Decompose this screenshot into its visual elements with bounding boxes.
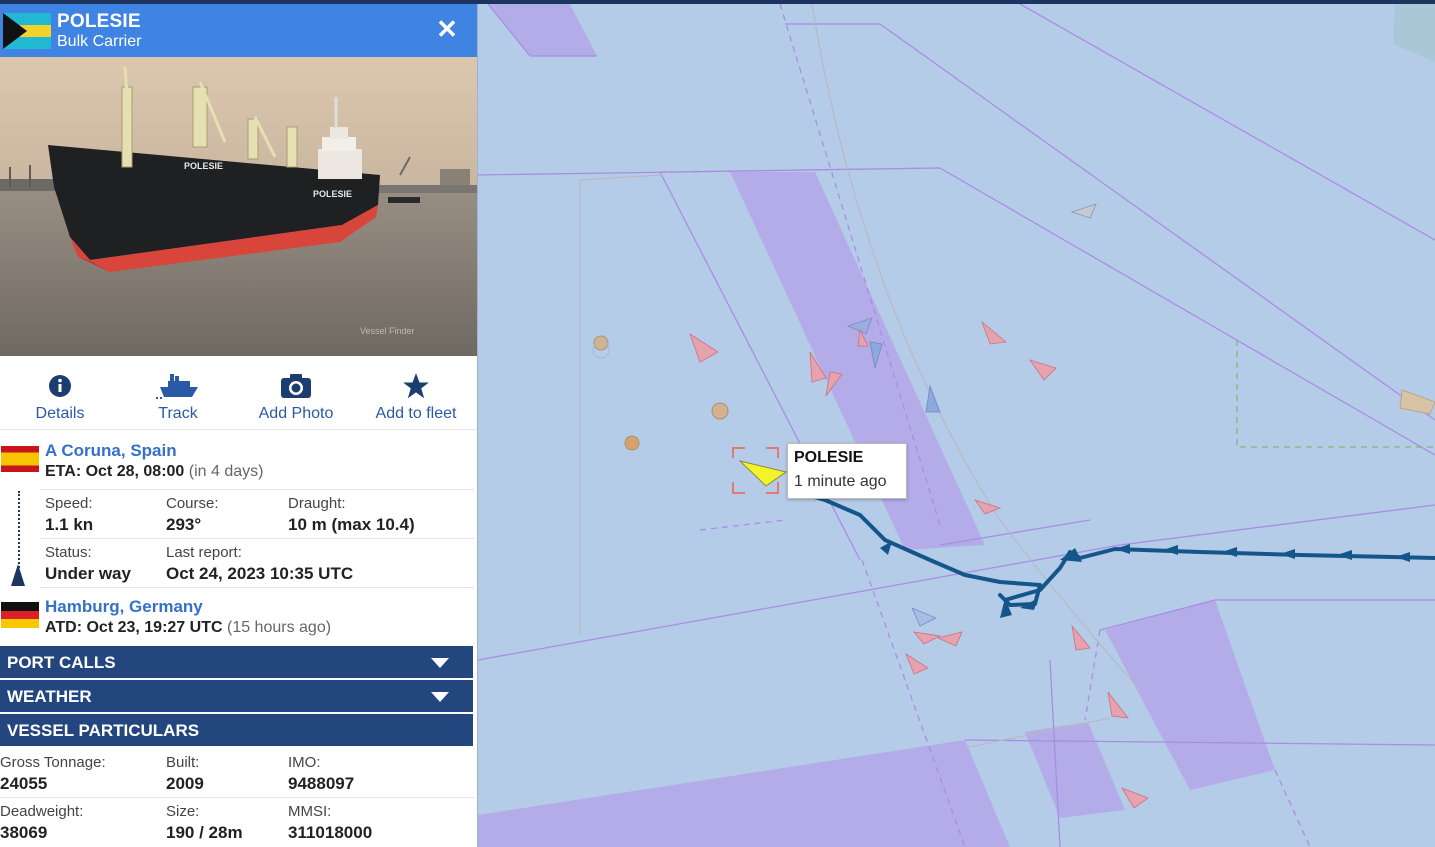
vessel-particulars-title: VESSEL PARTICULARS: [7, 721, 200, 740]
vessel-info-panel: POLESIE Bulk Carrier ✕ POLESIE POLESIE V…: [0, 0, 478, 847]
eta-note: (in 4 days): [188, 463, 264, 480]
last-report-value: Oct 24, 2023 10:35 UTC: [166, 564, 354, 583]
last-report-label: Last report:: [166, 544, 242, 561]
imo-label: IMO:: [288, 754, 321, 771]
chevron-down-icon: [431, 658, 449, 668]
weather-title: WEATHER: [7, 687, 92, 706]
map-canvas[interactable]: [478, 4, 1435, 847]
chevron-down-icon: [431, 692, 449, 702]
speed-label: Speed:: [45, 495, 93, 512]
atd-label: ATD: Oct 23, 19:27 UTC: [45, 619, 223, 636]
ship-icon: [156, 374, 198, 399]
divider: [40, 489, 474, 490]
port-calls-toggle[interactable]: PORT CALLS: [0, 646, 473, 678]
details-label: Details: [35, 405, 85, 422]
spain-flag-icon: [1, 446, 39, 472]
track-label: Track: [158, 405, 198, 422]
tooltip-last-seen: 1 minute ago: [794, 473, 887, 490]
tooltip-vessel-name: POLESIE: [794, 449, 864, 466]
vessel-particulars-header[interactable]: VESSEL PARTICULARS: [0, 714, 473, 746]
atd-note: (15 hours ago): [226, 619, 332, 636]
destination-eta: ETA: Oct 28, 08:00 (in 4 days): [45, 463, 263, 481]
size-value: 190 / 28m: [166, 823, 243, 842]
gross-tonnage-value: 24055: [0, 774, 48, 793]
destination-port[interactable]: A Coruna, Spain: [45, 441, 177, 461]
vessel-tooltip[interactable]: POLESIE 1 minute ago: [787, 443, 907, 499]
size-label: Size:: [166, 803, 200, 820]
eta-label: ETA: Oct 28, 08:00: [45, 463, 185, 480]
deadweight-value: 38069: [0, 823, 48, 842]
add-photo-button[interactable]: Add Photo: [236, 371, 356, 423]
built-label: Built:: [166, 754, 200, 771]
draught-label: Draught:: [288, 495, 346, 512]
top-border: [0, 0, 1435, 4]
course-value: 293°: [166, 515, 202, 534]
details-button[interactable]: Details: [0, 371, 120, 423]
hull-name-side: POLESIE: [313, 189, 352, 199]
action-bar: Details Track Add Photo Add to fleet: [0, 357, 477, 430]
add-photo-label: Add Photo: [258, 405, 334, 422]
add-to-fleet-label: Add to fleet: [375, 405, 457, 422]
departure-atd: ATD: Oct 23, 19:27 UTC (15 hours ago): [45, 619, 331, 637]
close-icon[interactable]: ✕: [432, 14, 462, 44]
mmsi-label: MMSI:: [288, 803, 332, 820]
route-arrow-icon: [11, 564, 25, 586]
star-icon: [403, 373, 429, 399]
course-label: Course:: [166, 495, 219, 512]
mmsi-value: 311018000: [288, 823, 373, 842]
built-value: 2009: [166, 774, 204, 793]
deadweight-label: Deadweight:: [0, 803, 84, 820]
vessel-header: POLESIE Bulk Carrier ✕: [0, 4, 477, 57]
gross-tonnage-label: Gross Tonnage:: [0, 754, 106, 771]
voyage-section: A Coruna, Spain ETA: Oct 28, 08:00 (in 4…: [0, 432, 477, 646]
divider: [0, 797, 474, 798]
track-button[interactable]: Track: [118, 371, 238, 423]
vessel-photo[interactable]: POLESIE POLESIE Vessel Finder: [0, 57, 477, 356]
add-to-fleet-button[interactable]: Add to fleet: [356, 371, 476, 423]
divider: [40, 587, 474, 588]
photo-watermark: Vessel Finder: [360, 326, 415, 336]
info-icon: [49, 375, 71, 397]
vessel-name: POLESIE: [57, 11, 141, 32]
hull-name: POLESIE: [184, 161, 223, 171]
departure-port[interactable]: Hamburg, Germany: [45, 597, 203, 617]
vessel-type: Bulk Carrier: [57, 33, 142, 50]
germany-flag-icon: [1, 602, 39, 628]
camera-icon: [281, 374, 311, 398]
weather-toggle[interactable]: WEATHER: [0, 680, 473, 712]
speed-value: 1.1 kn: [45, 515, 94, 534]
divider: [40, 538, 474, 539]
imo-value: 9488097: [288, 774, 355, 793]
port-calls-title: PORT CALLS: [7, 653, 116, 672]
draught-value: 10 m (max 10.4): [288, 515, 415, 534]
bahamas-flag-icon: [3, 13, 51, 49]
status-value: Under way: [45, 564, 131, 583]
status-label: Status:: [45, 544, 92, 561]
